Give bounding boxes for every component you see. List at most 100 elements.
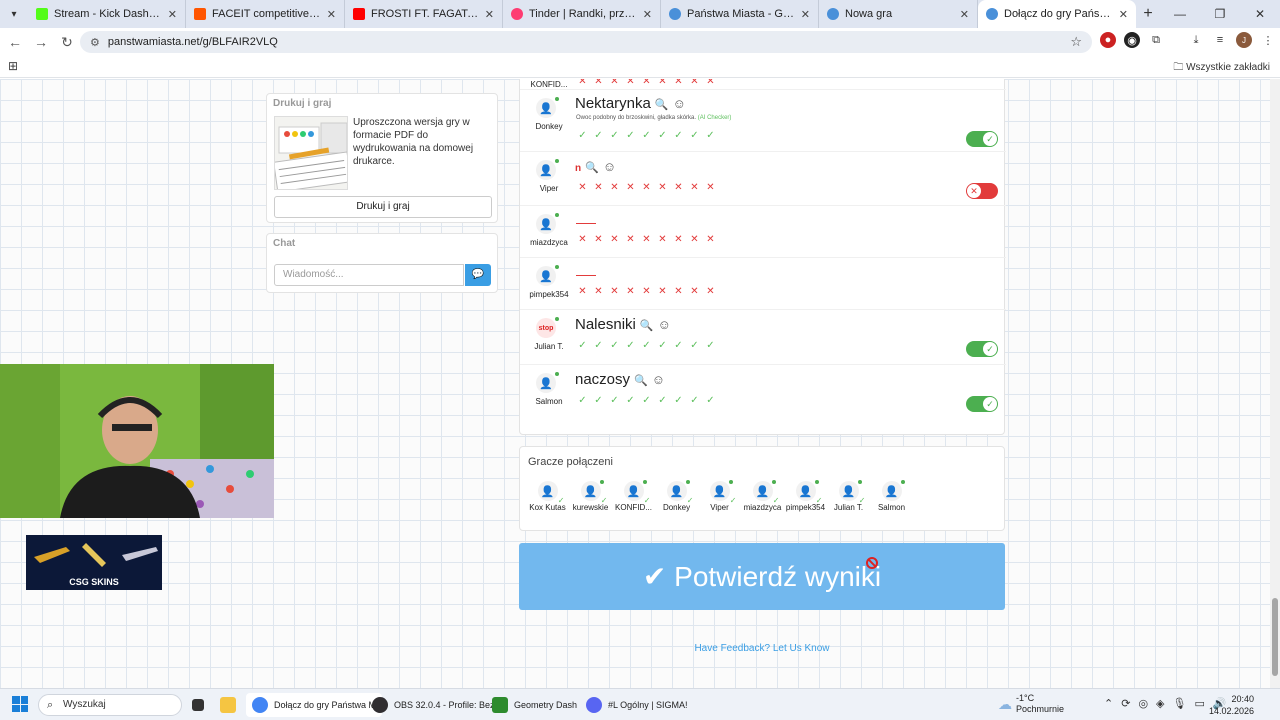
accept-toggle[interactable]: ✓ (966, 396, 998, 412)
avatar: 👤 ✓ (752, 480, 780, 505)
kebab-menu-icon[interactable]: ⋮ (1260, 32, 1276, 48)
apps-grid-icon[interactable]: ⊞ (8, 59, 18, 73)
tab-search-button[interactable]: ▾ (0, 0, 28, 28)
address-bar[interactable]: ⚙ panstwamiasta.net/g/BLFAIR2VLQ ☆ (80, 31, 1092, 53)
site-info-icon[interactable]: ⚙ (90, 36, 100, 49)
tab-nowa-gra[interactable]: Nowa gra ✕ (819, 0, 978, 28)
connected-player: 👤 Salmon (870, 480, 913, 512)
minimize-button[interactable]: — (1160, 7, 1200, 21)
tab-youtube[interactable]: FROSTI FT. FAGATA - TOXIC - YouT ✕ (345, 0, 503, 28)
chat-message-input[interactable]: Wiadomość... (274, 264, 464, 286)
check-icon: ✓ (729, 496, 737, 505)
letter-status-icons: ✓ ✓ ✓ ✓ ✓ ✓ ✓ ✓ ✓ (578, 130, 715, 141)
avatar[interactable]: J (1236, 32, 1252, 48)
close-icon[interactable]: ✕ (485, 8, 494, 21)
close-window-button[interactable]: ✕ (1240, 7, 1280, 21)
reaction-icon[interactable]: ☺ (658, 317, 671, 332)
tray-app-icon[interactable]: ◎ (1138, 697, 1148, 710)
tab-panstwa-miasta[interactable]: Państwa Miasta - Gra online ✕ (661, 0, 819, 28)
user-icon: 👤 (712, 485, 727, 498)
player-name: miazdzyca (530, 238, 568, 247)
letter-status-icons: ✕ ✕ ✕ ✕ ✕ ✕ ✕ ✕ ✕ (578, 79, 715, 87)
user-icon: 👤 (539, 164, 553, 177)
connected-players-card: Gracze połączeni 👤 ✓ Kox Kutas 👤 ✓ kurewskie… (519, 446, 1005, 531)
page-scrollbar[interactable] (1270, 79, 1280, 688)
search-icon[interactable]: 🔍 (640, 320, 654, 332)
check-icon: ✓ (772, 496, 780, 505)
reaction-icon[interactable]: ☺ (652, 372, 665, 387)
confirm-results-button[interactable]: ✔ Potwierdź wyniki (519, 543, 1005, 610)
discord-icon (586, 697, 602, 713)
media-control-icon[interactable]: ≡ (1212, 32, 1228, 48)
check-icon: ✓ (983, 397, 997, 411)
chat-send-button[interactable]: 💬 (465, 264, 491, 286)
search-icon[interactable]: 🔍 (634, 375, 648, 387)
connected-player: 👤 ✓ KONFID... (612, 480, 655, 512)
avatar: 👤 (536, 213, 559, 234)
accept-toggle[interactable]: ✓ (966, 131, 998, 147)
microphone-icon[interactable]: 🎙 (1173, 697, 1187, 710)
globe-icon (986, 8, 998, 20)
taskbar-geometry-dash[interactable]: Geometry Dash (492, 693, 577, 717)
reload-button[interactable]: ↻ (54, 34, 80, 51)
task-view-icon[interactable] (192, 693, 210, 717)
tab-faceit[interactable]: FACEIT competitive match - FACE ✕ (186, 0, 345, 28)
feedback-link[interactable]: Have Feedback? Let Us Know (660, 643, 864, 654)
taskbar-search[interactable]: ⌕ Wyszukaj (38, 694, 182, 716)
windows-start-icon[interactable] (12, 696, 28, 712)
search-icon[interactable]: 🔍 (655, 99, 669, 111)
file-explorer-icon[interactable] (220, 693, 242, 717)
close-icon[interactable]: ✕ (801, 8, 810, 21)
x-icon: ✕ (967, 184, 981, 198)
back-button[interactable]: ← (2, 34, 28, 50)
maximize-button[interactable]: ❐ (1200, 7, 1240, 21)
scrollbar-thumb[interactable] (1272, 598, 1278, 676)
url-text: panstwamiasta.net/g/BLFAIR2VLQ (107, 36, 278, 48)
reject-toggle[interactable]: ✕ (966, 183, 998, 199)
taskbar-chrome[interactable]: Dołącz do gry Państwa M (246, 693, 383, 717)
taskbar-obs[interactable]: OBS 32.0.4 - Profile: Bez (372, 693, 495, 717)
download-icon[interactable]: ⤓ (1188, 32, 1204, 48)
avatar: 👤 ✓ (795, 480, 823, 505)
all-bookmarks-button[interactable]: 🗀 Wszystkie zakładki (1173, 60, 1270, 77)
reaction-icon[interactable]: ☺ (673, 96, 686, 111)
close-icon[interactable]: ✕ (960, 8, 969, 21)
answer-row: 👤 miazdzyca ✕ ✕ ✕ ✕ ✕ ✕ ✕ ✕ ✕ (520, 206, 1006, 258)
avatar: stop (536, 317, 559, 338)
sponsor-banner: CSG SKINS (26, 535, 162, 590)
close-icon[interactable]: ✕ (1119, 8, 1128, 21)
chevron-up-icon[interactable]: ⌃ (1104, 697, 1113, 710)
tab-dolacz[interactable]: Dołącz do gry Państwa Miasta ✕ (978, 0, 1136, 28)
accept-toggle[interactable]: ✓ (966, 341, 998, 357)
display-icon[interactable]: ▭ (1194, 697, 1204, 710)
tab-kick[interactable]: Stream - Kick Dashboard ✕ (28, 0, 186, 28)
bookmark-star-icon[interactable]: ☆ (1070, 34, 1082, 50)
tab-tinder[interactable]: Tinder | Randki, przyjaźń, nowe ✕ (503, 0, 661, 28)
avatar: 👤 (536, 265, 559, 286)
puzzle-icon[interactable]: ⧉ (1148, 32, 1164, 48)
print-and-play-button[interactable]: Drukuj i graj (274, 196, 492, 218)
security-icon[interactable]: ◈ (1156, 697, 1164, 710)
clock[interactable]: 20:40 14.02.2026 (1209, 693, 1254, 717)
avatar: 👤 (536, 159, 559, 180)
reaction-icon[interactable]: ☺ (603, 159, 616, 174)
extension-icon[interactable]: ◉ (1124, 32, 1140, 48)
letter-status-icons: ✓ ✓ ✓ ✓ ✓ ✓ ✓ ✓ ✓ (578, 395, 715, 406)
search-icon[interactable]: 🔍 (585, 162, 599, 174)
bookmarks-bar: ⊞ 🗀 Wszystkie zakładki (0, 56, 1280, 78)
user-icon: 👤 (539, 218, 553, 231)
adblock-extension-icon[interactable]: ● (1100, 32, 1116, 48)
weather-widget[interactable]: ☁ -1°C Pochmurnie (998, 693, 1064, 715)
user-icon: 👤 (539, 102, 553, 115)
close-icon[interactable]: ✕ (643, 8, 652, 21)
forward-button[interactable]: → (28, 34, 54, 50)
chat-card: Chat Wiadomość... 💬 (266, 233, 498, 293)
answer-row: stop Julian T. Nalesniki 🔍 ☺ ✓ ✓ ✓ ✓ ✓ ✓ ✓ ✓ ✓ ✓ (520, 310, 1006, 365)
new-tab-button[interactable]: + (1136, 5, 1160, 23)
close-icon[interactable]: ✕ (327, 8, 336, 21)
letter-status-icons: ✕ ✕ ✕ ✕ ✕ ✕ ✕ ✕ ✕ (578, 182, 715, 193)
close-icon[interactable]: ✕ (168, 8, 177, 21)
player-name: KONFID... (530, 80, 568, 89)
taskbar-discord[interactable]: #L Ogólny | SIGMA! (586, 693, 688, 717)
sync-icon[interactable]: ⟳ (1121, 697, 1130, 710)
